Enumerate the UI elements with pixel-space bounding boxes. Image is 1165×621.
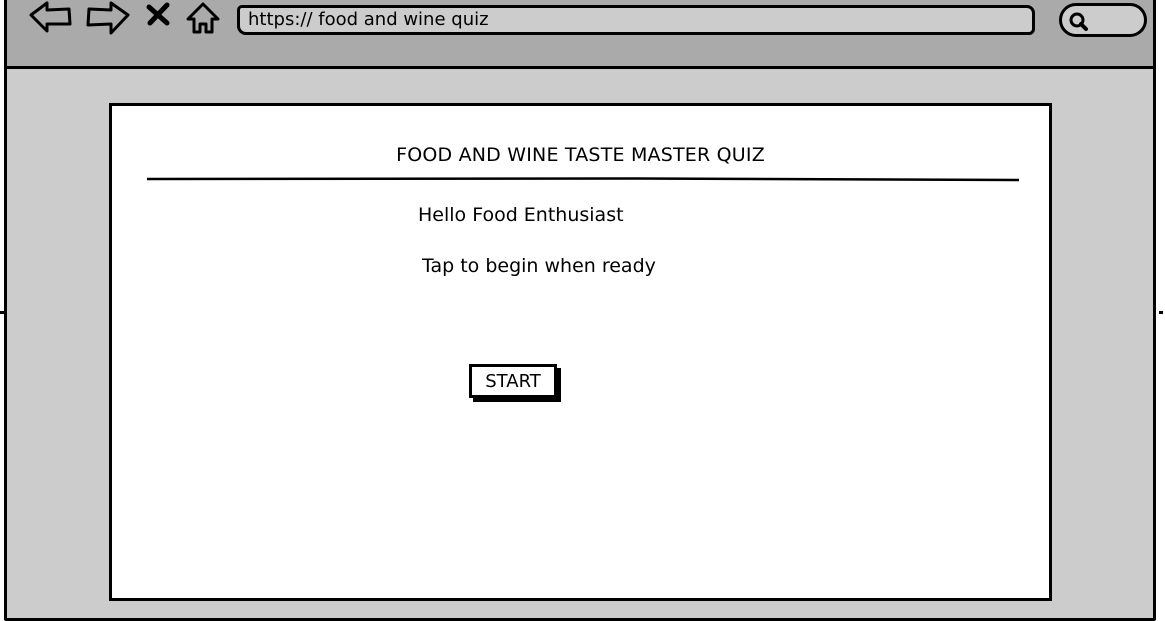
instruction-text: Tap to begin when ready — [422, 255, 656, 277]
search-icon — [1069, 12, 1088, 31]
greeting-text: Hello Food Enthusiast — [418, 204, 624, 226]
forward-button[interactable] — [85, 0, 131, 43]
stop-button[interactable] — [145, 0, 173, 33]
start-button[interactable]: START — [469, 364, 557, 398]
edge-marker-left — [0, 311, 4, 314]
url-bar[interactable]: https:// food and wine quiz — [237, 5, 1035, 35]
url-text[interactable]: https:// food and wine quiz — [248, 9, 489, 31]
browser-toolbar: https:// food and wine quiz — [4, 0, 1156, 69]
forward-arrow-icon — [86, 1, 130, 35]
home-button[interactable] — [185, 0, 225, 43]
search-box[interactable] — [1059, 3, 1147, 37]
edge-marker-right — [1159, 311, 1163, 314]
back-arrow-icon — [29, 1, 72, 33]
home-icon — [186, 2, 220, 34]
quiz-panel: FOOD AND WINE TASTE MASTER QUIZ Hello Fo… — [109, 103, 1052, 601]
back-button[interactable] — [29, 0, 75, 39]
page-title: FOOD AND WINE TASTE MASTER QUIZ — [396, 144, 765, 166]
close-icon — [146, 2, 170, 26]
title-divider — [146, 177, 1020, 182]
